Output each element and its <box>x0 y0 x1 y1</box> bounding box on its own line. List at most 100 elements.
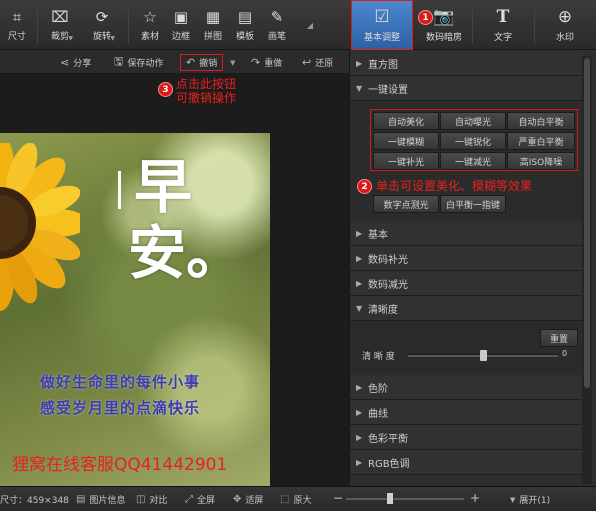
section-rgb-tone-label: RGB色调 <box>368 458 410 470</box>
original-size-icon: ⬚ <box>280 494 290 505</box>
compare-icon: ◫ <box>136 494 146 505</box>
section-histogram[interactable]: ▶ 直方图 <box>350 51 583 76</box>
section-rgb-tone[interactable]: ▶ RGB色调 <box>350 450 583 475</box>
photo-text-line1: 做好生命里的每件小事 <box>40 373 201 391</box>
tool-material-label: 素材 <box>140 31 159 42</box>
original-size-label: 原大 <box>293 496 312 506</box>
section-sharpness[interactable]: ▼ 清晰度 <box>350 296 583 321</box>
panel-scrollbar[interactable] <box>582 56 592 484</box>
chevron-right-icon: ▶ <box>356 457 363 467</box>
star-icon: ☆ <box>143 7 157 26</box>
section-digital-reduce-label: 数码减光 <box>368 279 408 291</box>
save-action-button[interactable]: 🖫 保存动作 <box>114 54 163 71</box>
main-toolbar: ⌗ 尺寸 ⌧ 裁剪 ▼ ⟳ 旋转 ▼ ☆ 素材 ▣ 边框 ▦ 拼图 ▤ 模板 ✎… <box>0 0 596 50</box>
chevron-right-icon: ▶ <box>356 228 363 238</box>
one-click-fill-light-button[interactable]: 一键补光 <box>373 152 439 170</box>
photo-text-line2: 感受岁月里的点滴快乐 <box>40 399 201 417</box>
text-cursor <box>118 171 121 209</box>
sharpness-value: 0 <box>562 349 568 358</box>
toolbar-divider <box>37 6 38 44</box>
restore-button[interactable]: ↩ 还原 <box>302 54 333 71</box>
tool-crop[interactable]: ⌧ 裁剪 ▼ <box>44 0 76 50</box>
tool-size[interactable]: ⌗ 尺寸 <box>2 0 32 50</box>
auto-white-balance-button[interactable]: 自动白平衡 <box>507 112 575 130</box>
camera-icon: 📷 <box>433 7 455 27</box>
chevron-down-icon[interactable]: ▼ <box>110 35 115 42</box>
tab-darkroom[interactable]: 📷 数码暗房 <box>413 0 475 50</box>
chevron-down-icon: ▼ <box>356 303 363 313</box>
chevron-right-icon: ▶ <box>356 382 363 392</box>
tab-watermark[interactable]: ⊕ 水印 <box>534 0 596 50</box>
chevron-right-icon: ▶ <box>356 278 363 288</box>
zoom-in-button[interactable]: + <box>470 491 480 505</box>
expand-label: 展开(1) <box>519 496 551 506</box>
zoom-slider-track[interactable] <box>346 498 464 500</box>
tool-template[interactable]: ▤ 模板 <box>231 0 259 50</box>
undo-dropdown[interactable]: ▼ <box>230 54 235 71</box>
tool-rotate[interactable]: ⟳ 旋转 ▼ <box>86 0 118 50</box>
tool-material[interactable]: ☆ 素材 <box>136 0 164 50</box>
one-click-blur-button[interactable]: 一键模糊 <box>373 132 439 150</box>
section-digital-reduce[interactable]: ▶ 数码减光 <box>350 271 583 296</box>
text-icon: T <box>496 7 510 27</box>
fit-screen-button[interactable]: ✥ 适屏 <box>233 493 263 506</box>
chevron-right-icon: ▶ <box>356 253 363 263</box>
info-icon: ▤ <box>76 494 86 505</box>
reset-button[interactable]: 重置 <box>540 329 578 347</box>
rotate-icon: ⟳ <box>95 7 109 26</box>
section-digital-fill[interactable]: ▶ 数码补光 <box>350 246 583 271</box>
fit-screen-icon: ✥ <box>233 494 242 505</box>
one-click-reduce-light-button[interactable]: 一键减光 <box>440 152 506 170</box>
tab-text[interactable]: T 文字 <box>472 0 534 50</box>
section-levels[interactable]: ▶ 色阶 <box>350 375 583 400</box>
fullscreen-icon: ⤢ <box>185 494 193 505</box>
section-onekey[interactable]: ▼ 一键设置 <box>350 76 583 101</box>
contact-watermark: 狸窝在线客服QQ41442901 <box>12 455 228 475</box>
zoom-out-button[interactable]: − <box>333 491 343 505</box>
tab-basic-adjust[interactable]: ☑ 基本调整 <box>351 0 413 50</box>
strict-white-balance-button[interactable]: 严重白平衡 <box>507 132 575 150</box>
tool-brush[interactable]: ✎ 画笔 <box>263 0 291 50</box>
annotation-badge-2: 2 <box>357 179 372 194</box>
expand-button[interactable]: ▼ 展开(1) <box>510 493 551 507</box>
original-size-button[interactable]: ⬚ 原大 <box>280 493 311 506</box>
adjust-icon: ☑ <box>374 7 390 27</box>
share-button[interactable]: ⋖ 分享 <box>60 54 91 71</box>
section-color-balance-label: 色彩平衡 <box>368 433 408 445</box>
tool-collage[interactable]: ▦ 拼图 <box>199 0 227 50</box>
fullscreen-button[interactable]: ⤢ 全屏 <box>185 493 215 506</box>
watermark-icon: ⊕ <box>557 7 573 27</box>
section-basic[interactable]: ▶ 基本 <box>350 221 583 246</box>
scrollbar-thumb[interactable] <box>584 58 590 388</box>
photo[interactable]: 早 安。 做好生命里的每件小事 感受岁月里的点滴快乐 <box>0 133 270 498</box>
tool-frame[interactable]: ▣ 边框 <box>167 0 195 50</box>
one-click-sharpen-button[interactable]: 一键锐化 <box>440 132 506 150</box>
section-digital-fill-label: 数码补光 <box>368 254 408 266</box>
sharpness-slider-handle[interactable] <box>479 350 487 361</box>
toolbar-divider <box>128 6 129 44</box>
annotation-undo-line1: 点击此按钮 <box>176 77 237 91</box>
chevron-down-icon: ▼ <box>230 58 236 67</box>
tab-text-label: 文字 <box>493 33 512 43</box>
brush-icon: ✎ <box>270 7 284 26</box>
auto-beautify-button[interactable]: 自动美化 <box>373 112 439 130</box>
chevron-right-icon: ▶ <box>356 432 363 442</box>
image-canvas[interactable]: 早 安。 做好生命里的每件小事 感受岁月里的点滴快乐 狸窝在线客服QQ41442… <box>0 74 349 498</box>
auto-exposure-button[interactable]: 自动曝光 <box>440 112 506 130</box>
redo-label: 重做 <box>264 59 283 69</box>
chevron-down-icon[interactable]: ▼ <box>68 35 73 42</box>
white-balance-picker-button[interactable]: 白平衡一指键 <box>440 195 506 213</box>
undo-button[interactable]: ↶ 撤销 <box>180 54 224 71</box>
section-curves[interactable]: ▶ 曲线 <box>350 400 583 425</box>
high-iso-denoise-button[interactable]: 高ISO降噪 <box>507 152 575 170</box>
redo-button[interactable]: ↷ 重做 <box>251 54 282 71</box>
toolbar-more[interactable]: ◢ <box>300 0 320 50</box>
digital-spot-metering-button[interactable]: 数字点测光 <box>373 195 439 213</box>
annotation-badge-1: 1 <box>418 10 433 25</box>
section-color-balance[interactable]: ▶ 色彩平衡 <box>350 425 583 450</box>
tool-collage-label: 拼图 <box>203 31 222 42</box>
image-size-readout: 尺寸：459×348 <box>0 496 69 506</box>
image-info-button[interactable]: ▤ 图片信息 <box>76 493 125 506</box>
zoom-slider-handle[interactable] <box>386 493 393 504</box>
compare-button[interactable]: ◫ 对比 <box>136 493 167 506</box>
